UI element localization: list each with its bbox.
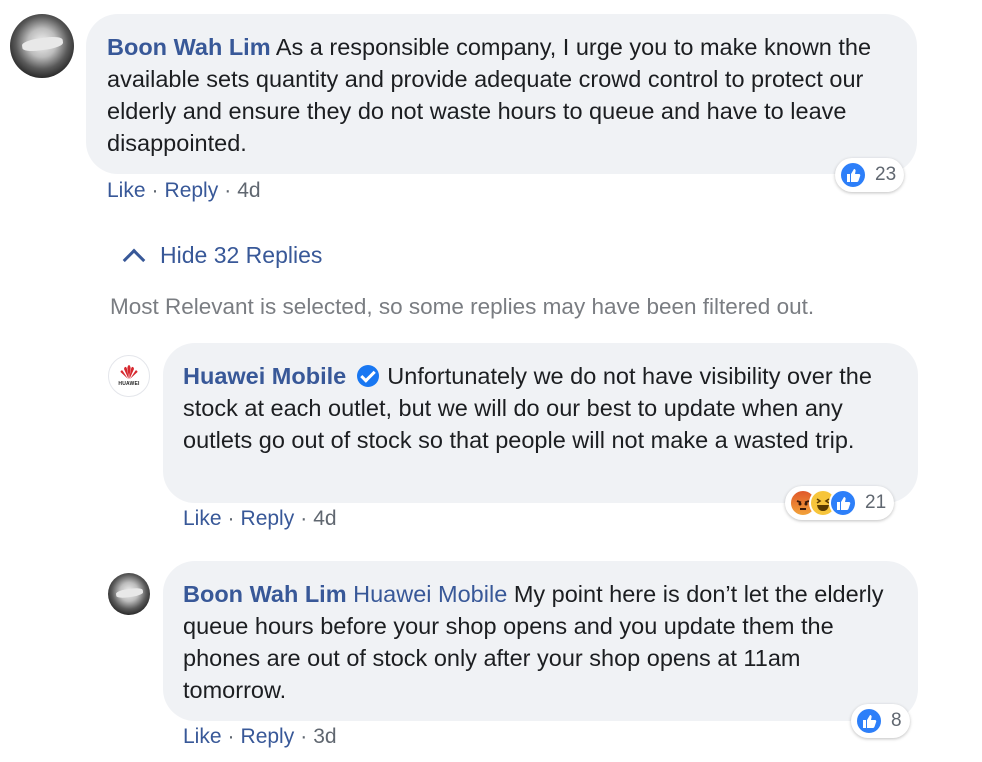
reply-author[interactable]: Boon Wah Lim [183,581,347,607]
hide-replies-label: Hide 32 Replies [160,242,323,268]
like-link[interactable]: Like [183,507,222,530]
mention-tag[interactable]: Huawei Mobile [353,581,507,607]
like-link[interactable]: Like [183,725,222,748]
reaction-count: 21 [865,492,887,513]
timestamp[interactable]: 4d [237,179,260,202]
like-icon [855,707,883,735]
reaction-count: 8 [891,710,902,731]
reply-actions: Like · Reply · 3d [183,725,337,748]
reply-bubble: Boon Wah Lim Huawei Mobile My point here… [163,561,918,721]
avatar-huawei-mobile[interactable]: HUAWEI [108,355,150,397]
huawei-logo-icon [120,365,138,379]
like-icon [839,161,867,189]
reply-author[interactable]: Huawei Mobile [183,363,346,389]
reply-actions: Like · Reply · 4d [183,507,337,530]
verified-badge-icon [356,365,379,387]
reply-link[interactable]: Reply [241,507,295,530]
reaction-summary[interactable]: 21 [785,486,895,520]
comment-author[interactable]: Boon Wah Lim [107,34,271,60]
timestamp[interactable]: 3d [313,725,336,748]
reaction-count: 23 [875,164,897,185]
reply-bubble: Huawei Mobile Unfortunately we do not ha… [163,343,918,503]
huawei-avatar-text: HUAWEI [118,380,140,387]
comment-actions: Like · Reply · 4d [107,179,261,202]
reply-link[interactable]: Reply [165,179,219,202]
reply-link[interactable]: Reply [241,725,295,748]
filter-note: Most Relevant is selected, so some repli… [110,294,815,319]
timestamp[interactable]: 4d [313,507,336,530]
chevron-up-icon [122,248,146,271]
avatar-boon-wah-lim[interactable] [108,573,150,615]
like-icon [829,489,857,517]
reaction-summary[interactable]: 8 [851,704,910,738]
reaction-summary[interactable]: 23 [835,158,905,192]
avatar-boon-wah-lim[interactable] [10,14,74,78]
like-link[interactable]: Like [107,179,146,202]
comment-bubble: Boon Wah Lim As a responsible company, I… [86,14,917,174]
hide-replies-button[interactable]: Hide 32 Replies [122,242,323,271]
